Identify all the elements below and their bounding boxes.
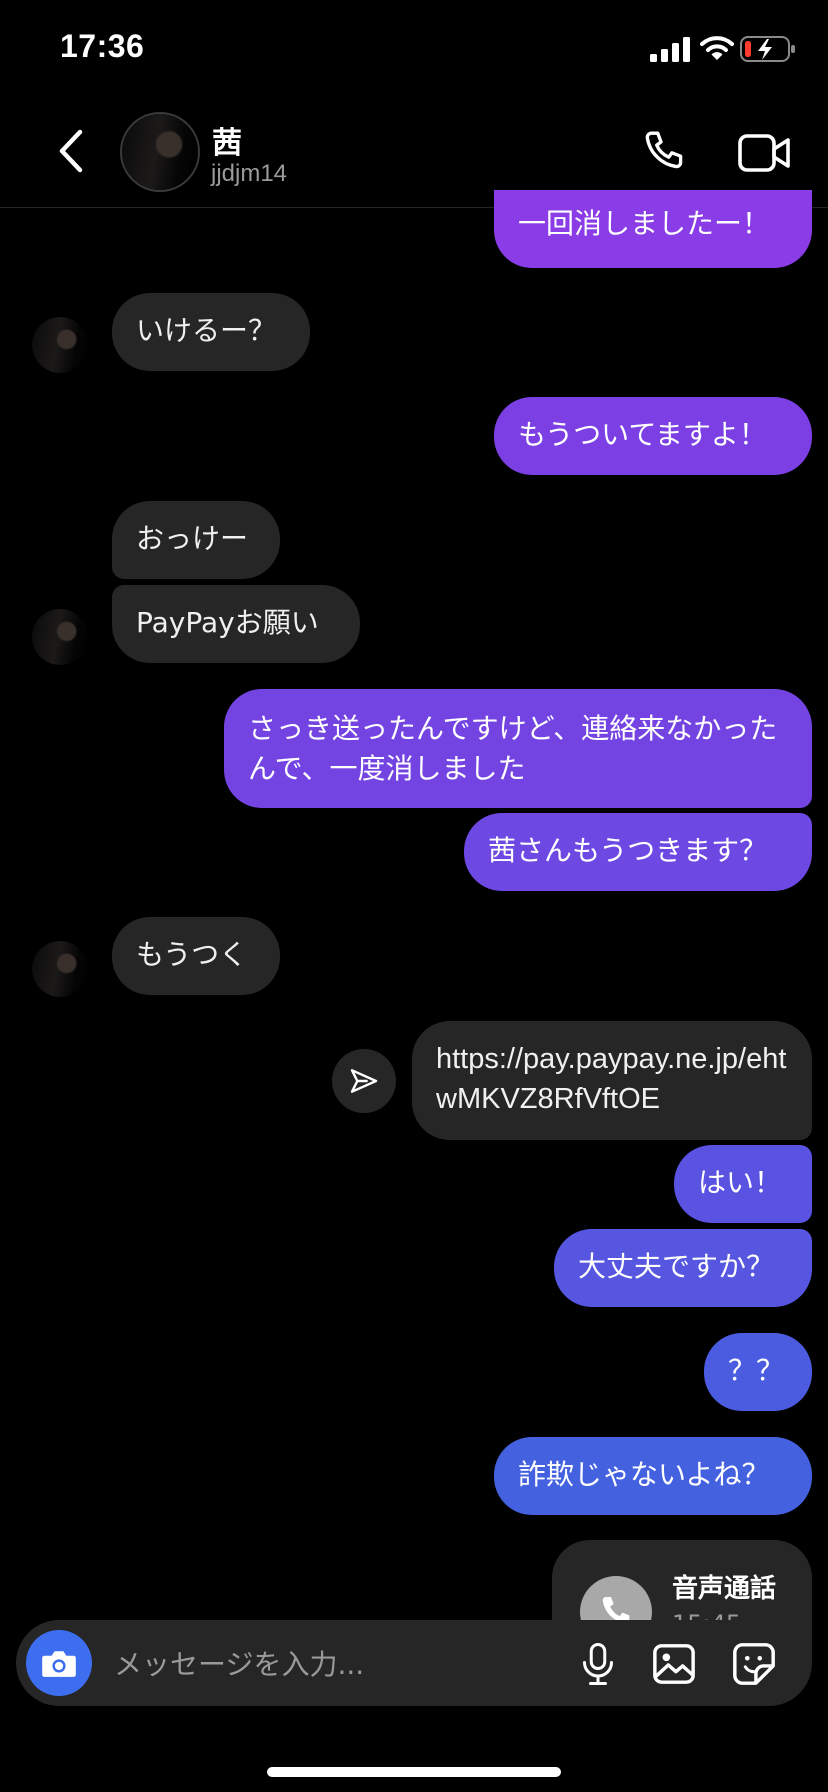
message-incoming[interactable]: おっけー: [112, 501, 280, 579]
video-camera-icon: [738, 134, 790, 172]
message-incoming[interactable]: いけるー？: [112, 293, 310, 371]
message-input[interactable]: [112, 1620, 576, 1708]
message-incoming[interactable]: もうつく: [112, 917, 280, 995]
contact-username[interactable]: jjdjm14: [211, 160, 287, 188]
message-incoming[interactable]: PayPayお願い: [112, 585, 360, 663]
message-composer: [16, 1620, 812, 1708]
message-outgoing[interactable]: はい！: [674, 1145, 812, 1223]
battery-icon: [740, 36, 796, 62]
camera-button[interactable]: [26, 1630, 92, 1696]
phone-icon: [645, 131, 683, 169]
home-indicator: [267, 1767, 561, 1777]
sticker-icon: [733, 1643, 775, 1685]
contact-name[interactable]: 茜: [212, 118, 242, 162]
back-button[interactable]: [50, 126, 90, 176]
contact-avatar-small[interactable]: [32, 609, 88, 665]
message-outgoing[interactable]: 詐欺じゃないよね？: [494, 1437, 812, 1515]
sticker-button[interactable]: [730, 1640, 778, 1688]
message-outgoing[interactable]: もうついてますよ！: [494, 397, 812, 475]
message-outgoing[interactable]: 一回消しましたー！: [494, 190, 812, 268]
message-outgoing[interactable]: 大丈夫ですか？: [554, 1229, 812, 1307]
message-outgoing[interactable]: さっき送ったんですけど、連絡来なかったんで、一度消しました: [224, 689, 812, 808]
paper-plane-icon: [350, 1069, 378, 1093]
contact-avatar-small[interactable]: [32, 941, 88, 997]
share-button[interactable]: [332, 1049, 396, 1113]
link-message[interactable]: https://pay.paypay.ne.jp/ehtwMKVZ8RfVftO…: [412, 1021, 812, 1140]
video-call-button[interactable]: [736, 128, 792, 178]
camera-icon: [42, 1651, 76, 1677]
gallery-button[interactable]: [650, 1640, 698, 1688]
wifi-icon: [700, 34, 734, 62]
contact-avatar[interactable]: [120, 112, 200, 192]
microphone-icon: [583, 1643, 613, 1685]
message-outgoing[interactable]: 茜さんもうつきます？: [464, 813, 812, 891]
status-time: 17:36: [60, 28, 145, 64]
call-title: 音声通話: [672, 1574, 777, 1604]
microphone-button[interactable]: [574, 1640, 622, 1688]
message-outgoing[interactable]: ？？: [704, 1333, 812, 1411]
cellular-signal-icon: [650, 36, 692, 62]
image-icon: [653, 1644, 695, 1684]
chevron-left-icon: [59, 129, 83, 173]
voice-call-button[interactable]: [640, 128, 690, 178]
contact-avatar-small[interactable]: [32, 317, 88, 373]
